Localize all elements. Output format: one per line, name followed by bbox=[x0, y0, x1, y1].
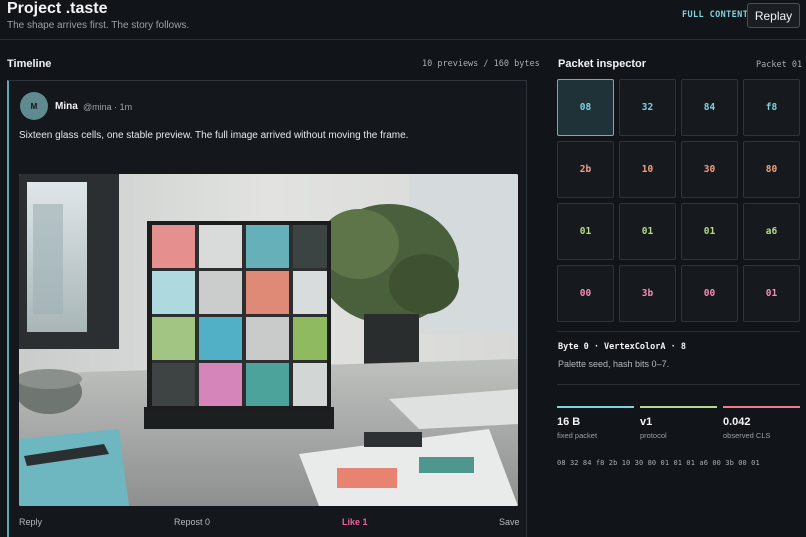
stat-item: v1 protocol bbox=[640, 406, 717, 440]
stat-label: protocol bbox=[640, 431, 667, 440]
divider bbox=[557, 384, 800, 385]
reply-button[interactable]: Reply bbox=[19, 517, 42, 527]
post-card: M Mina @mina · 1m Sixteen glass cells, o… bbox=[7, 80, 527, 537]
byte-cell[interactable]: 08 bbox=[557, 79, 614, 136]
like-button[interactable]: Like 1 bbox=[342, 517, 368, 527]
stat-value: 16 B bbox=[557, 416, 581, 428]
byte-cell[interactable]: 01 bbox=[619, 203, 676, 260]
full-content-toggle[interactable]: FULL CONTENT bbox=[682, 10, 748, 20]
timeline-meta: 10 previews / 160 bytes bbox=[422, 59, 540, 69]
app-window: Project .taste The shape arrives first. … bbox=[0, 0, 806, 537]
stat-value: 0.042 bbox=[723, 416, 751, 428]
byte-cell[interactable]: 2b bbox=[557, 141, 614, 198]
save-button[interactable]: Save bbox=[499, 517, 520, 527]
glass-cubes-photo bbox=[19, 174, 518, 506]
stat-value: v1 bbox=[640, 416, 653, 428]
header: Project .taste The shape arrives first. … bbox=[0, 0, 806, 40]
replay-button[interactable]: Replay bbox=[747, 3, 800, 28]
divider bbox=[557, 331, 800, 332]
post-image[interactable] bbox=[19, 174, 518, 506]
post-actions: Reply Repost 0 Like 1 Save bbox=[9, 517, 529, 531]
inspector-packet-label: Packet 01 bbox=[756, 60, 803, 70]
page-title: Project .taste bbox=[7, 0, 108, 17]
stat-accent-bar bbox=[640, 406, 717, 408]
packet-bytes-line: 08 32 84 f8 2b 10 30 80 01 01 01 a6 00 3… bbox=[557, 459, 760, 467]
stat-item: 0.042 observed CLS bbox=[723, 406, 800, 440]
stat-label: fixed packet bbox=[557, 431, 598, 440]
repost-button[interactable]: Repost 0 bbox=[174, 517, 210, 527]
timeline-title: Timeline bbox=[7, 58, 52, 70]
byte-cell[interactable]: 3b bbox=[619, 265, 676, 322]
byte-cell[interactable]: 01 bbox=[743, 265, 800, 322]
stat-label: observed CLS bbox=[723, 431, 771, 440]
byte-cell[interactable]: 01 bbox=[681, 203, 738, 260]
byte-cell[interactable]: 10 bbox=[619, 141, 676, 198]
inspector-title: Packet inspector bbox=[558, 58, 647, 70]
stat-item: 16 B fixed packet bbox=[557, 406, 634, 440]
byte-cell[interactable]: a6 bbox=[743, 203, 800, 260]
byte-cell[interactable]: 00 bbox=[557, 265, 614, 322]
byte-cell[interactable]: 01 bbox=[557, 203, 614, 260]
post-handle: @mina · 1m bbox=[83, 102, 133, 112]
byte-cell[interactable]: 84 bbox=[681, 79, 738, 136]
byte-cell[interactable]: 00 bbox=[681, 265, 738, 322]
page-subtitle: The shape arrives first. The story follo… bbox=[7, 20, 190, 31]
byte-cell[interactable]: 30 bbox=[681, 141, 738, 198]
byte-detail-description: Palette seed, hash bits 0–7. bbox=[558, 359, 670, 369]
byte-cell[interactable]: 80 bbox=[743, 141, 800, 198]
stat-accent-bar bbox=[723, 406, 800, 408]
post-author[interactable]: Mina bbox=[55, 101, 78, 112]
byte-cell[interactable]: f8 bbox=[743, 79, 800, 136]
stat-accent-bar bbox=[557, 406, 634, 408]
post-text: Sixteen glass cells, one stable preview.… bbox=[19, 130, 409, 141]
byte-cell[interactable]: 32 bbox=[619, 79, 676, 136]
byte-grid: 08 32 84 f8 2b 10 30 80 01 01 01 a6 00 3b 00 01 bbox=[557, 79, 800, 323]
byte-detail-title: Byte 0 · VertexColorA · 8 bbox=[558, 342, 686, 352]
avatar[interactable]: M bbox=[20, 92, 48, 120]
